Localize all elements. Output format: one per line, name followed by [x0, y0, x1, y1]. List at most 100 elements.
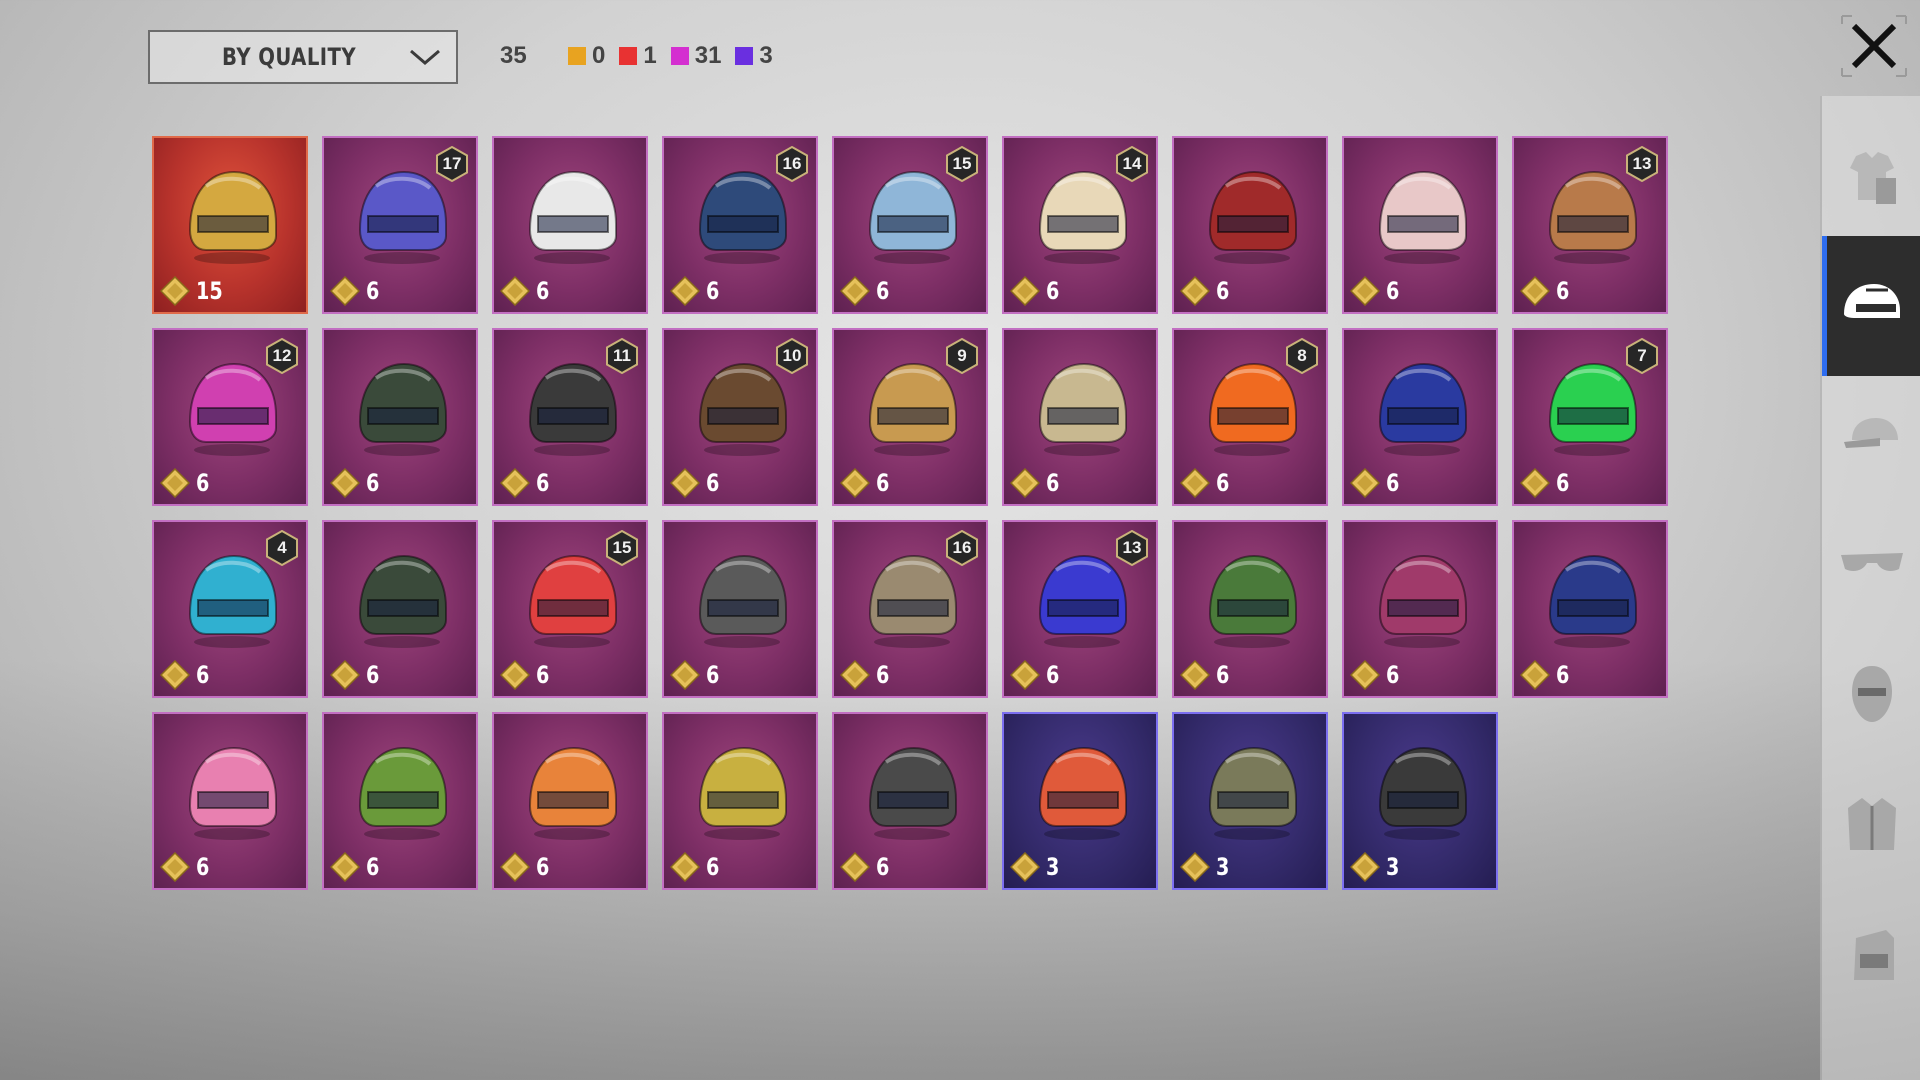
shard-count: 6 — [366, 661, 380, 689]
helmet-item-card[interactable]: 6 — [152, 712, 308, 890]
shard-reward: 6 — [670, 852, 723, 882]
helmet-item-card[interactable]: 6 — [1002, 328, 1158, 506]
helmet-item-card[interactable]: 12 6 — [152, 328, 308, 506]
shard-reward: 6 — [840, 660, 893, 690]
helmet-item-card[interactable]: 6 — [322, 520, 478, 698]
level-text: 13 — [1122, 538, 1142, 557]
shard-reward: 6 — [160, 852, 213, 882]
helmet-icon — [1208, 170, 1297, 264]
helmet-item-card[interactable]: 13 6 — [1002, 520, 1158, 698]
sidebar-tab-helmet[interactable] — [1822, 236, 1920, 376]
legend-item-red: 1 — [619, 42, 657, 70]
shard-reward: 3 — [1350, 852, 1403, 882]
close-button[interactable] — [1838, 14, 1910, 78]
level-badge: 8 — [1284, 338, 1320, 374]
shard-diamond-icon — [160, 468, 190, 498]
helmet-item-card[interactable]: 6 — [662, 520, 818, 698]
helmet-item-card[interactable]: 6 — [1342, 520, 1498, 698]
helmet-item-card[interactable]: 16 6 — [662, 136, 818, 314]
level-text: 16 — [952, 538, 972, 557]
shard-count: 6 — [536, 853, 550, 881]
shard-reward: 6 — [670, 660, 723, 690]
shard-count: 6 — [536, 469, 550, 497]
helmet-item-card[interactable]: 3 — [1002, 712, 1158, 890]
shard-count: 6 — [1556, 277, 1570, 305]
helmet-icon — [1378, 554, 1467, 648]
helmet-item-card[interactable]: 17 6 — [322, 136, 478, 314]
helmet-icon — [1378, 746, 1467, 840]
sort-dropdown[interactable]: BY QUALITY — [148, 30, 458, 84]
helmet-item-card[interactable]: 3 — [1342, 712, 1498, 890]
helmet-item-card[interactable]: 3 — [1172, 712, 1328, 890]
helmet-item-card[interactable]: 6 — [492, 136, 648, 314]
helmet-item-card[interactable]: 8 6 — [1172, 328, 1328, 506]
quality-legend: 0 1 31 3 — [568, 42, 773, 70]
shard-count: 6 — [1046, 661, 1060, 689]
shard-reward: 6 — [1520, 276, 1573, 306]
shard-count: 6 — [536, 661, 550, 689]
shard-count: 6 — [876, 277, 890, 305]
shard-diamond-icon — [1010, 276, 1040, 306]
helmet-item-card[interactable]: 16 6 — [832, 520, 988, 698]
helmet-item-card[interactable]: 11 6 — [492, 328, 648, 506]
shard-count: 6 — [1046, 277, 1060, 305]
item-grid: 15 17 6 6 16 6 15 6 14 6 6 6 13 6 12 6 6… — [152, 136, 1672, 890]
helmet-icon — [528, 170, 617, 264]
helmet-item-card[interactable]: 6 — [1172, 136, 1328, 314]
helmet-icon — [528, 746, 617, 840]
cap-icon — [1840, 414, 1904, 459]
shard-reward: 6 — [500, 468, 553, 498]
shard-count: 6 — [1386, 277, 1400, 305]
mask-icon — [1850, 664, 1894, 729]
helmet-item-card[interactable]: 6 — [662, 712, 818, 890]
shard-reward: 6 — [1520, 660, 1573, 690]
helmet-item-card[interactable]: 7 6 — [1512, 328, 1668, 506]
level-badge: 12 — [264, 338, 300, 374]
shard-reward: 6 — [160, 660, 213, 690]
shard-reward: 6 — [1010, 468, 1063, 498]
helmet-icon — [1038, 746, 1127, 840]
shard-diamond-icon — [500, 852, 530, 882]
helmet-item-card[interactable]: 6 — [832, 712, 988, 890]
helmet-item-card[interactable]: 4 6 — [152, 520, 308, 698]
legend-swatch — [619, 47, 638, 65]
helmet-item-card[interactable]: 6 — [1172, 520, 1328, 698]
level-badge: 4 — [264, 530, 300, 566]
legend-item-purple: 3 — [735, 42, 773, 70]
shard-reward: 6 — [330, 468, 383, 498]
helmet-item-card[interactable]: 15 6 — [832, 136, 988, 314]
sidebar-tab-glasses[interactable] — [1822, 496, 1920, 636]
helmet-item-card[interactable]: 15 6 — [492, 520, 648, 698]
helmet-item-card[interactable]: 6 — [1342, 136, 1498, 314]
level-badge: 17 — [434, 146, 470, 182]
level-badge: 11 — [604, 338, 640, 374]
sidebar-tab-mask[interactable] — [1822, 626, 1920, 766]
helmet-item-card[interactable]: 15 — [152, 136, 308, 314]
shard-diamond-icon — [1180, 660, 1210, 690]
level-badge: 16 — [944, 530, 980, 566]
helmet-item-card[interactable]: 6 — [1342, 328, 1498, 506]
shard-diamond-icon — [1010, 468, 1040, 498]
level-text: 14 — [1122, 154, 1142, 173]
helmet-item-card[interactable]: 10 6 — [662, 328, 818, 506]
helmet-item-card[interactable]: 13 6 — [1512, 136, 1668, 314]
level-text: 16 — [782, 154, 802, 173]
helmet-item-card[interactable]: 6 — [492, 712, 648, 890]
helmet-item-card[interactable]: 6 — [1512, 520, 1668, 698]
shard-diamond-icon — [500, 660, 530, 690]
helmet-item-card[interactable]: 9 6 — [832, 328, 988, 506]
legend-swatch — [670, 47, 689, 65]
sidebar-tab-backpack[interactable] — [1822, 886, 1920, 1026]
sidebar-tab-outfit[interactable] — [1822, 110, 1920, 250]
shard-count: 6 — [876, 853, 890, 881]
helmet-item-card[interactable]: 14 6 — [1002, 136, 1158, 314]
helmet-item-card[interactable]: 6 — [322, 328, 478, 506]
shard-diamond-icon — [500, 276, 530, 306]
backpack-icon — [1846, 924, 1898, 989]
sidebar-tab-jacket[interactable] — [1822, 756, 1920, 896]
shard-count: 6 — [706, 661, 720, 689]
shard-reward: 6 — [670, 276, 723, 306]
helmet-item-card[interactable]: 6 — [322, 712, 478, 890]
legend-swatch — [568, 47, 586, 65]
sidebar-tab-cap[interactable] — [1822, 366, 1920, 506]
